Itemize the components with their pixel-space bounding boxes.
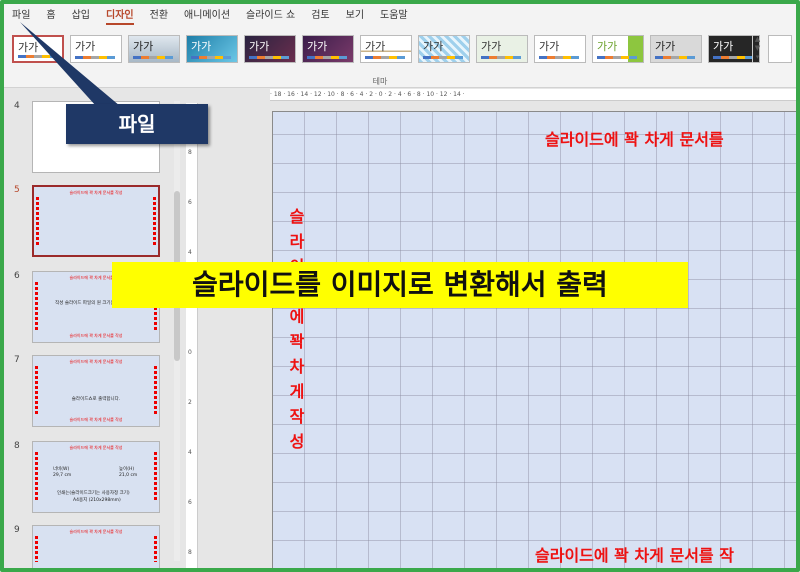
theme-option[interactable]: 가가 [592,35,644,63]
slide-number: 9 [14,525,20,535]
slide-bottom-text[interactable]: 슬라이드에 꽉 차게 문서를 작 [535,542,734,566]
theme-option[interactable]: 가가 [128,35,180,63]
gallery-group-label: 테마 [372,77,388,86]
thumbnail-scrollbar[interactable] [174,101,180,561]
variant-thumb[interactable] [768,35,792,63]
slide-thumbnail-panel: 4 5 슬라이드에 꽉 차게 문서를 작성 6 슬라이드에 꽉 차게 문서를 작… [4,89,184,568]
theme-option[interactable]: 가가 [302,35,354,63]
theme-option[interactable]: 가가 [186,35,238,63]
tab-insert[interactable]: 삽입 [72,4,90,28]
slide-thumbnail-5[interactable]: 슬라이드에 꽉 차게 문서를 작성 [32,185,160,257]
slide-top-text[interactable]: 슬라이드에 꽉 차게 문서를 [545,126,724,150]
tab-home[interactable]: 홈 [46,4,55,28]
tab-review[interactable]: 검토 [311,4,329,28]
theme-option[interactable]: 가가 [650,35,702,63]
slide-number: 4 [14,101,20,111]
caption-banner: 슬라이드를 이미지로 변환해서 출력 [112,262,688,308]
slide-vertical-text[interactable]: 슬라이드에꽉차게작성 [287,204,307,454]
ribbon-tab-bar: 파일 홈 삽입 디자인 전환 애니메이션 슬라이드 쇼 검토 보기 도움말 [4,4,796,28]
theme-option[interactable]: 가가 [534,35,586,63]
callout-label: 파일 [66,104,208,144]
gallery-scroll-button[interactable]: ▲ ▼ ▾ [752,35,762,63]
tab-help[interactable]: 도움말 [380,4,408,28]
theme-option[interactable]: 가가 [360,35,412,63]
slide-number: 7 [14,355,20,365]
vertical-ruler: 8 6 4 2 0 2 4 6 8 [186,103,198,568]
tab-slideshow[interactable]: 슬라이드 쇼 [246,4,295,28]
theme-option[interactable]: 가가 [244,35,296,63]
tab-file[interactable]: 파일 [12,4,30,28]
slide-thumbnail-8[interactable]: 슬라이드에 꽉 차게 문서를 작성 너비(W) 29,7 cm 높이(H) 21… [32,441,160,513]
theme-option[interactable]: 가가 [70,35,122,63]
theme-office[interactable]: 가가 [12,35,64,63]
tab-animations[interactable]: 애니메이션 [184,4,230,28]
slide-number: 5 [14,185,20,195]
theme-option[interactable]: 가가 [418,35,470,63]
tab-view[interactable]: 보기 [346,4,364,28]
horizontal-ruler: · 18 · 16 · 14 · 12 · 10 · 8 · 6 · 4 · 2… [270,89,796,101]
theme-gallery: 가가 가가 가가 가가 가가 가가 가가 가가 가가 가가 가가 가가 가가 [12,35,760,75]
slide-canvas[interactable]: 슬라이드에 꽉 차게 문서를 슬라이드에꽉차게작성 슬라이드에 꽉 차게 문서를… [272,111,796,568]
design-ribbon: 가가 가가 가가 가가 가가 가가 가가 가가 가가 가가 가가 가가 가가 ▲… [4,28,796,88]
tab-transitions[interactable]: 전환 [150,4,168,28]
theme-option[interactable]: 가가 [476,35,528,63]
slide-number: 6 [14,271,20,281]
tab-design[interactable]: 디자인 [106,4,134,28]
slide-thumbnail-7[interactable]: 슬라이드에 꽉 차게 문서를 작성 슬라이드쇼로 출력합니다. 슬라이드에 꽉 … [32,355,160,427]
slide-thumbnail-9[interactable]: 슬라이드에 꽉 차게 문서를 작성 [32,525,160,568]
slide-editor: · 18 · 16 · 14 · 12 · 10 · 8 · 6 · 4 · 2… [186,89,796,568]
slide-number: 8 [14,441,20,451]
